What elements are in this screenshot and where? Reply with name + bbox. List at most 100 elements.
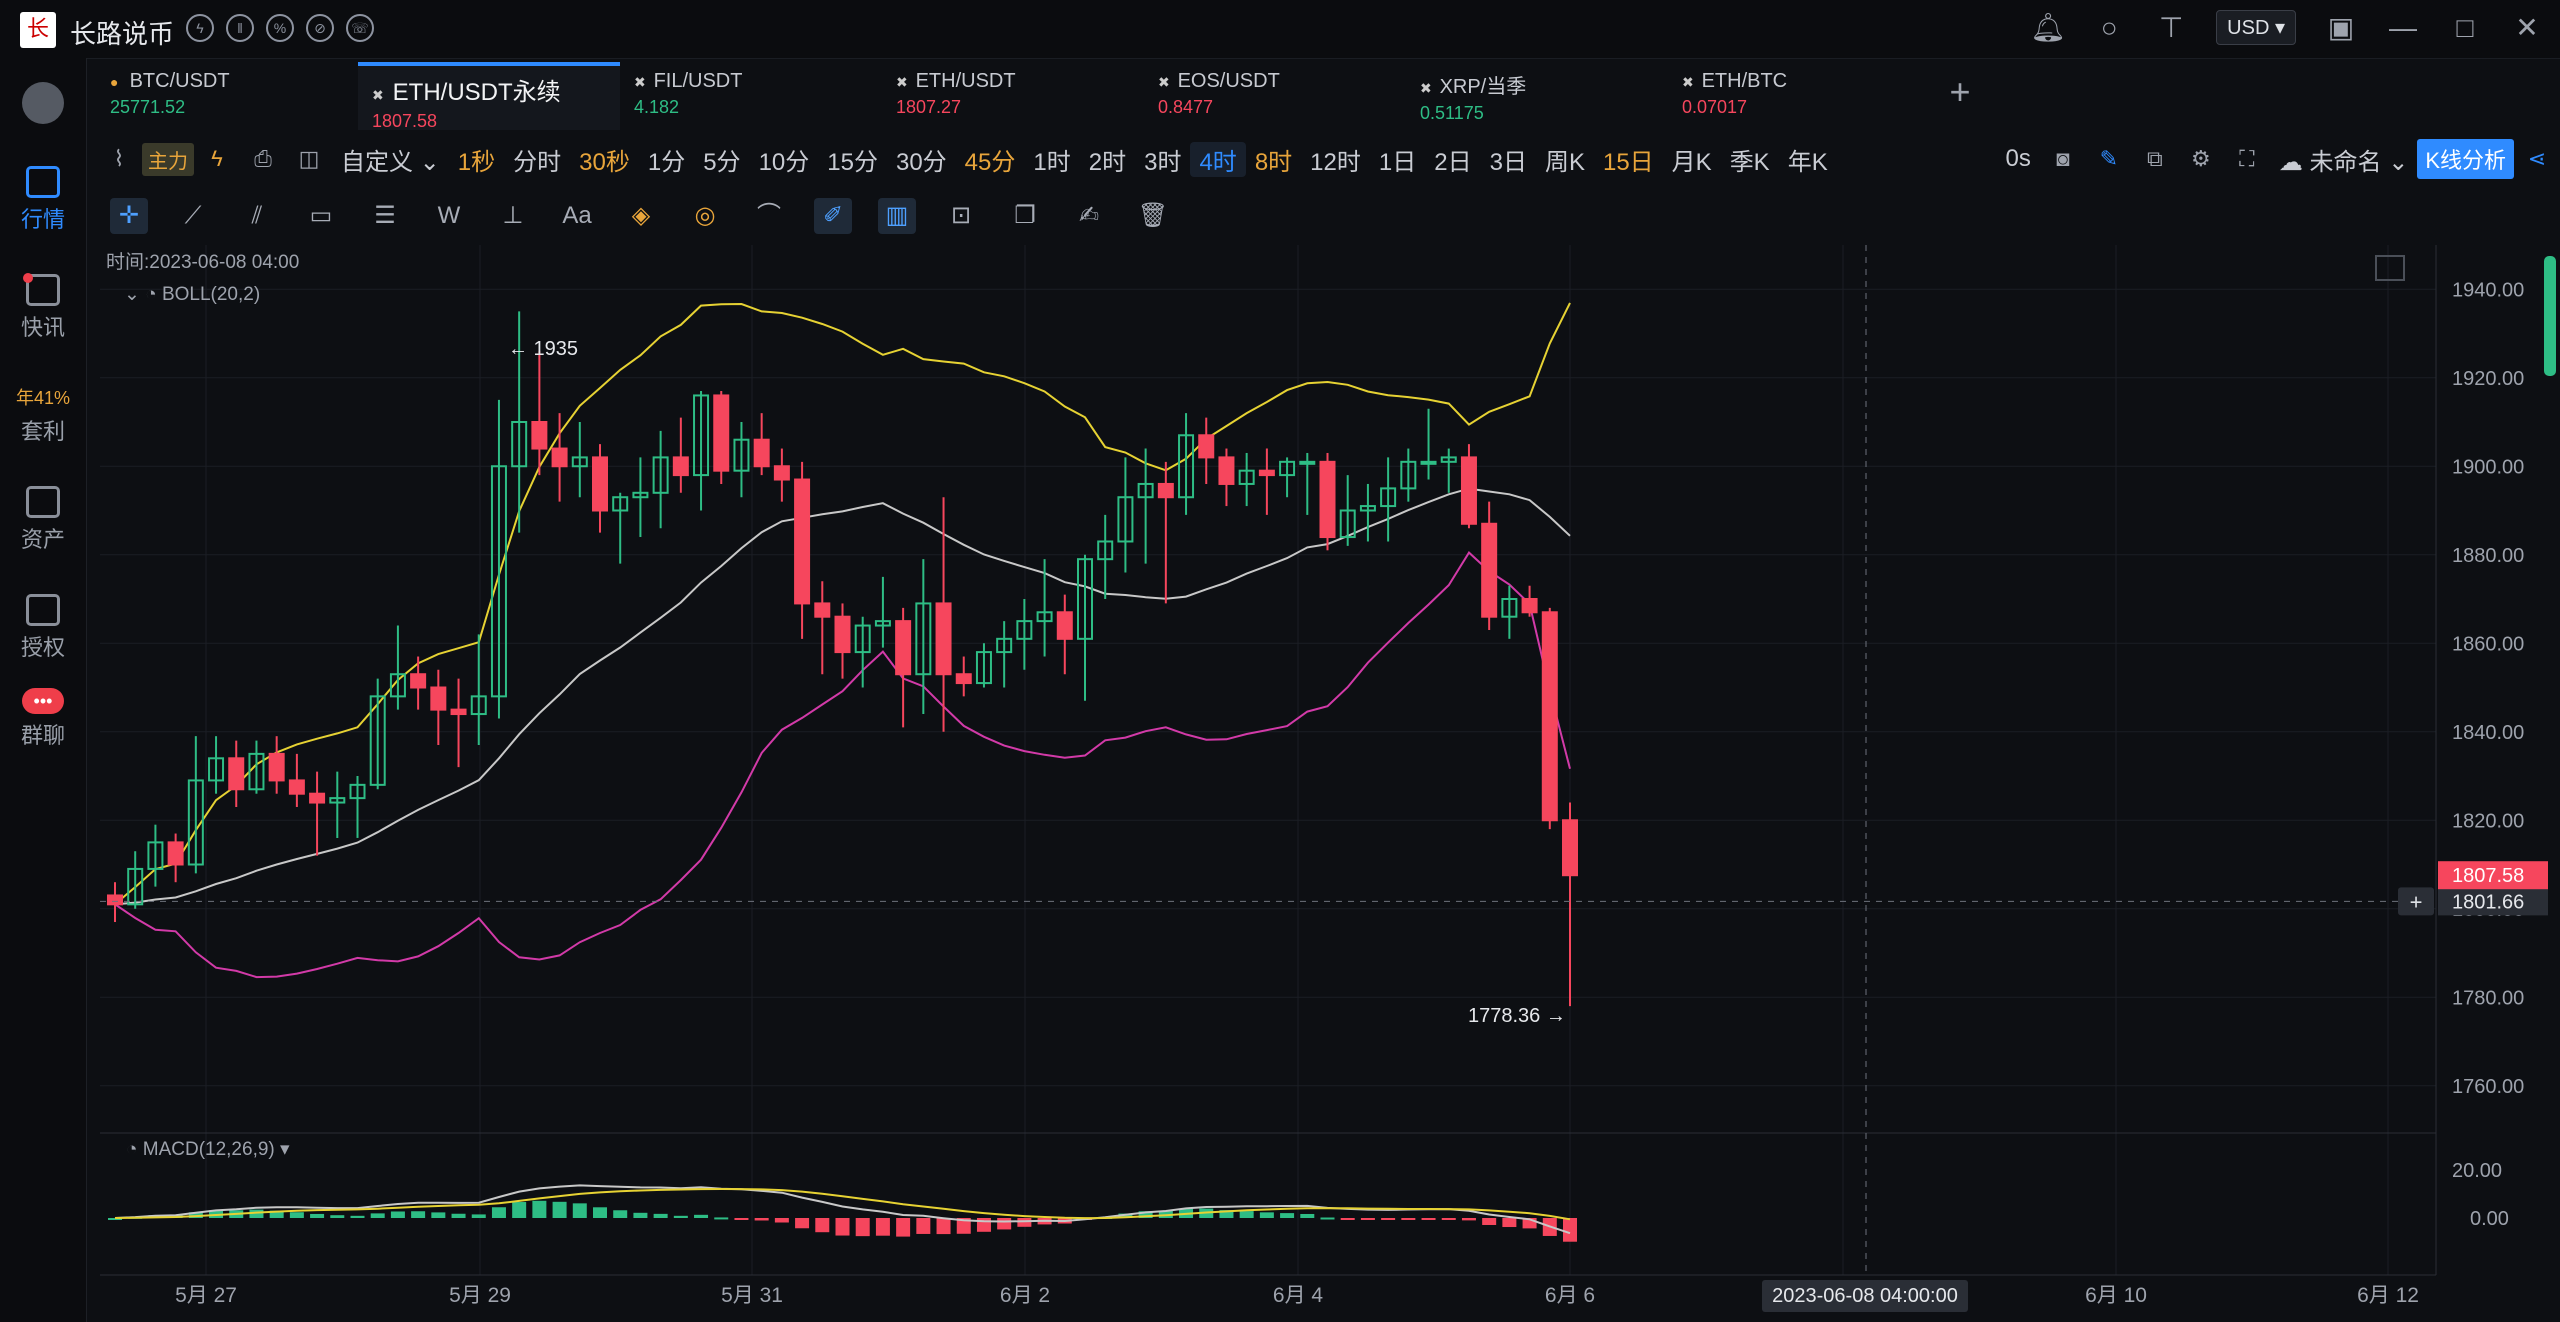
macd-bar [1340,1218,1355,1220]
price-tick: 1900.00 [2452,456,2524,478]
crosshair-plus-glyph: + [2410,889,2423,914]
candle-body [1198,434,1215,459]
candle-body [1319,460,1336,539]
macd-indicator-label: ◔ MACD(12,26,9) ▾ [126,1139,290,1160]
low-label: 1778.36 → [1468,1005,1566,1027]
chart-grid [100,245,2436,1276]
macd-bar [633,1212,648,1218]
time-readout: 时间:2023-06-08 04:00 [106,251,299,273]
macd-bar [835,1218,850,1236]
candle-body [268,752,285,782]
time-tick: 5月 31 [721,1284,783,1307]
price-tick: 1880.00 [2452,545,2524,567]
macd-bar [1259,1212,1274,1218]
macd-bar [1239,1211,1254,1218]
macd-bar [310,1213,325,1218]
macd-bar [1441,1218,1456,1220]
macd-tick: 0.00 [2470,1208,2509,1230]
macd-bar [1360,1218,1375,1220]
candle-body [1521,598,1538,614]
macd-bar [1401,1218,1416,1220]
candle-body [167,841,184,866]
macd-bar [754,1218,769,1221]
macd-bar [431,1212,446,1218]
time-tick: 5月 29 [449,1284,511,1307]
boll-indicator-label: ⌄ ◔ BOLL(20,2) [124,284,260,305]
candle-body [450,708,467,716]
macd-bar [370,1213,385,1218]
candle-body [1460,456,1477,525]
time-tick: 6月 4 [1273,1284,1324,1307]
price-tick: 1820.00 [2452,810,2524,832]
macd-bar [411,1211,426,1218]
macd-bar [572,1203,587,1218]
macd-bar [1482,1218,1497,1225]
macd-bar [896,1218,911,1237]
macd-bar [390,1211,405,1218]
macd-bar [734,1218,749,1220]
macd-bar [289,1212,304,1218]
macd-bar [714,1217,729,1220]
candle-body [834,615,851,654]
candle-body [814,602,831,618]
candle-body [773,465,790,481]
candle-body [551,447,568,468]
macd-bar [451,1213,466,1218]
candle-body [1420,460,1437,465]
macd-bar [350,1215,365,1218]
candle-body [288,779,305,795]
macd-bar [694,1214,709,1218]
macd-bar [552,1201,567,1218]
macd-bar [1502,1218,1517,1228]
candle-body [713,394,730,472]
candle-body [430,686,447,711]
candle-body [1056,611,1073,640]
crosshair-price: 1801.66 [2452,891,2524,913]
macd-bar [795,1218,810,1229]
macd-bar [491,1207,506,1218]
macd-bar [1563,1218,1577,1242]
scroll-indicator [2544,256,2556,376]
price-tick: 1860.00 [2452,633,2524,655]
candle-body [410,673,427,689]
macd-bar [471,1214,486,1218]
candle-body [1258,469,1275,477]
macd-bar [855,1218,870,1237]
high-label: ← 1935 [508,338,578,360]
macd-bar [512,1202,527,1218]
macd-bar [613,1210,628,1218]
candle-body [592,456,608,512]
time-tick: 6月 12 [2357,1284,2419,1307]
candle-body [107,894,123,906]
candle-body [228,757,245,791]
time-tick: 6月 2 [1000,1284,1050,1307]
candle-body [1218,456,1235,485]
last-price: 1807.58 [2452,865,2524,887]
macd-bar [1320,1217,1335,1220]
macd-bar [532,1200,547,1218]
candle-body [753,438,770,468]
macd-bar [330,1215,345,1218]
price-tick: 1840.00 [2452,722,2524,744]
macd-bar [593,1207,607,1218]
macd-bar [997,1218,1012,1230]
candle-body [955,673,972,685]
macd-bar [875,1218,890,1236]
candle-body [1299,460,1316,465]
macd-bar [1421,1218,1436,1220]
candle-body [1157,482,1174,499]
price-tick: 1780.00 [2452,987,2524,1009]
macd-bar [936,1218,951,1235]
price-tick: 1940.00 [2452,279,2524,301]
candle-body [1481,522,1498,618]
price-tick: 1920.00 [2452,368,2524,390]
macd-bar [1381,1218,1396,1220]
candle-body [1562,819,1578,877]
macd-bar [673,1215,688,1218]
price-tick: 1760.00 [2452,1076,2524,1098]
macd-bar [1300,1213,1315,1218]
candlestick-chart[interactable]: 1940.00 1920.00 1900.00 1880.00 1860.00 1840.… [0,0,2560,1322]
time-tick: 6月 10 [2085,1284,2147,1307]
macd-tick: 20.00 [2452,1160,2502,1182]
chart-bg [100,245,2436,1270]
